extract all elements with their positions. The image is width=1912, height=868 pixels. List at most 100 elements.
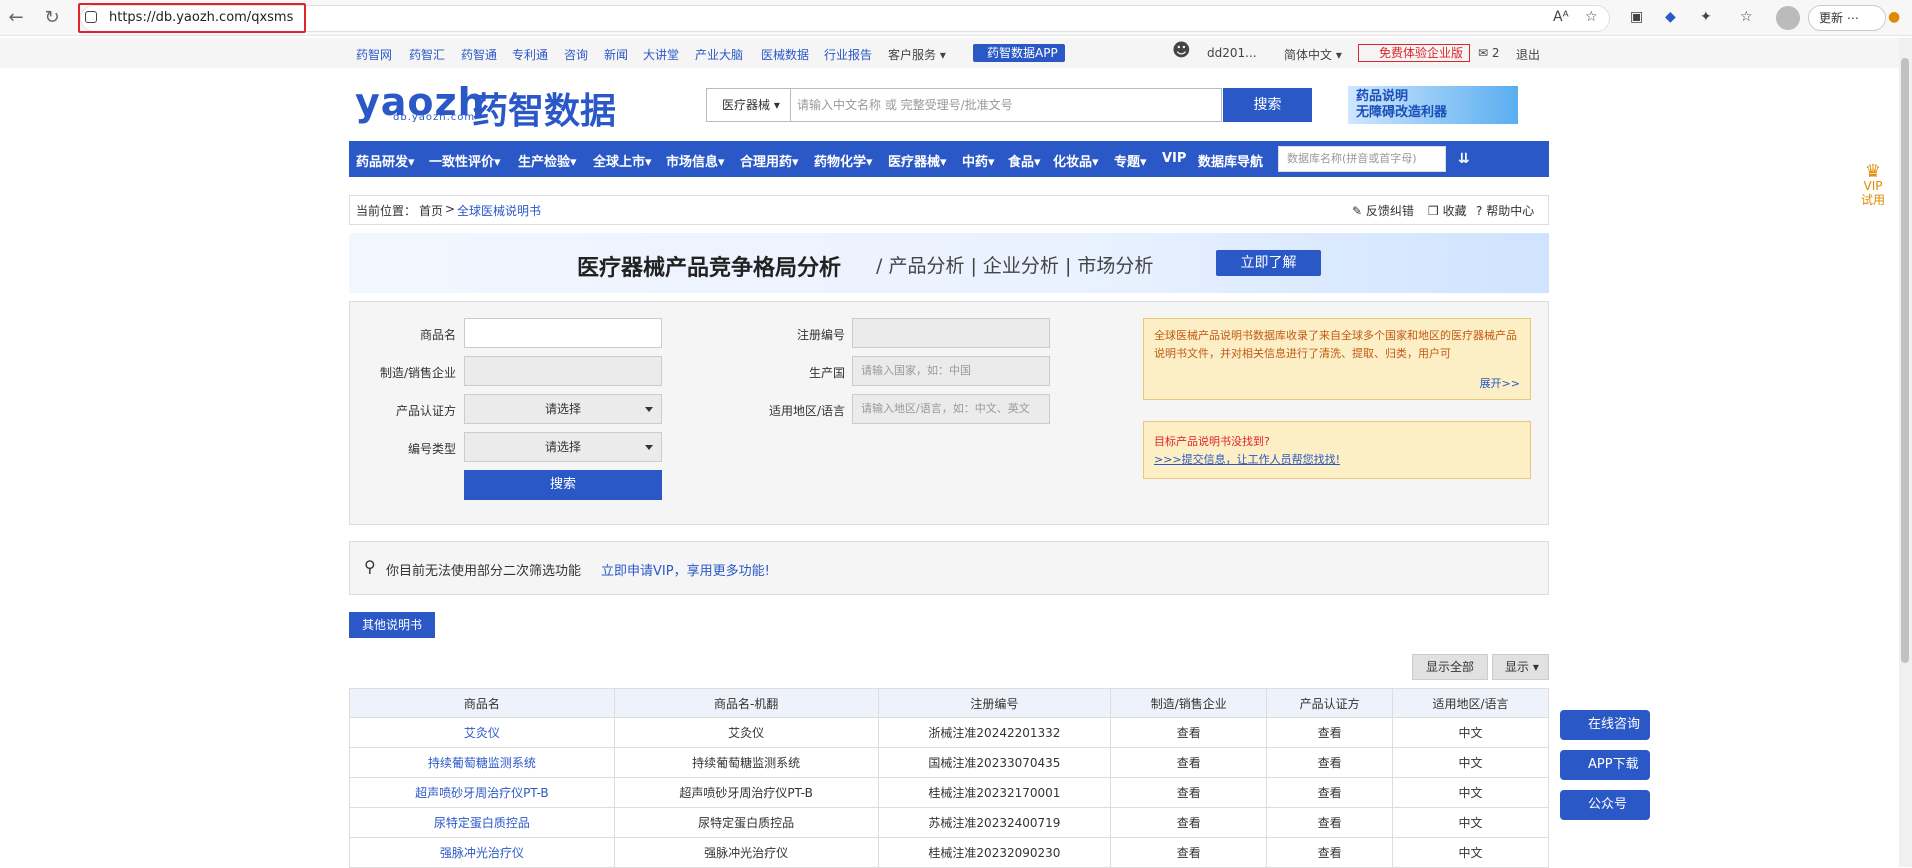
note-expand-link[interactable]: 展开>> — [1480, 375, 1520, 393]
update-button[interactable]: 更新 ⋯ — [1808, 5, 1886, 31]
cell-view-manufacturer[interactable]: 查看 — [1110, 807, 1268, 838]
nav-item[interactable]: 生产检验▾ — [518, 151, 577, 170]
scrollbar-thumb[interactable] — [1901, 58, 1909, 663]
banner-button[interactable]: 立即了解 — [1216, 250, 1321, 276]
cell-view-manufacturer[interactable]: 查看 — [1110, 717, 1268, 748]
region-input[interactable]: 请输入地区/语言，如：中文、英文 — [852, 394, 1050, 424]
nav-item[interactable]: 药品研发▾ — [356, 151, 415, 170]
topnav-link[interactable]: 大讲堂 — [643, 46, 679, 63]
cell-product-name[interactable]: 持续葡萄糖监测系统 — [349, 747, 615, 778]
promo-banner[interactable]: 药品说明 无障碍改造利器 — [1348, 86, 1518, 124]
search-category-select[interactable]: 医疗器械 ▾ — [706, 88, 791, 122]
nav-item[interactable]: 一致性评价▾ — [429, 151, 501, 170]
search-input[interactable]: 请输入中文名称 或 完整受理号/批准文号 — [791, 88, 1222, 122]
cell-view-manufacturer[interactable]: 查看 — [1110, 777, 1268, 808]
product-name-input[interactable] — [464, 318, 662, 348]
code-type-select[interactable]: 请选择 — [464, 432, 662, 462]
nav-item[interactable]: 市场信息▾ — [666, 151, 725, 170]
nav-item-db-nav[interactable]: 数据库导航 — [1198, 151, 1263, 170]
show-dropdown[interactable]: 显示 ▾ — [1492, 654, 1549, 680]
vip-apply-link[interactable]: 立即申请VIP，享用更多功能! — [601, 560, 770, 579]
reg-no-input[interactable] — [852, 318, 1050, 348]
favorite-star-icon[interactable]: ☆ — [1585, 9, 1598, 25]
nav-item[interactable]: 医疗器械▾ — [888, 151, 947, 170]
favorite-link[interactable]: ❒ 收藏 — [1428, 202, 1467, 219]
logout-link[interactable]: 退出 — [1516, 46, 1540, 63]
expand-down-icon[interactable]: ⇊ — [1458, 151, 1470, 167]
url-text[interactable]: https://db.yaozh.com/qxsms — [109, 10, 293, 25]
lock-icon[interactable] — [85, 11, 97, 23]
puzzle-icon[interactable]: ✦ — [1700, 9, 1712, 25]
favorite-icon: ❒ — [1428, 204, 1439, 218]
show-all-button[interactable]: 显示全部 — [1412, 654, 1488, 680]
topnav-link[interactable]: 行业报告 — [824, 46, 872, 63]
refresh-icon[interactable]: ↻ — [40, 6, 64, 30]
search-button[interactable]: 搜索 — [1223, 88, 1312, 122]
cell-view-cert[interactable]: 查看 — [1266, 837, 1394, 868]
nav-item[interactable]: 食品▾ — [1008, 151, 1041, 170]
language-selector[interactable]: 简体中文 ▾ — [1284, 46, 1342, 63]
mail-icon[interactable]: ✉ 2 — [1478, 46, 1500, 60]
cell-view-cert[interactable]: 查看 — [1266, 747, 1394, 778]
topnav-link[interactable]: 新闻 — [604, 46, 628, 63]
address-bar[interactable] — [80, 5, 1610, 32]
cell-view-cert[interactable]: 查看 — [1266, 777, 1394, 808]
extension-icon[interactable]: ▣ — [1630, 9, 1643, 25]
breadcrumb-home[interactable]: 首页 — [419, 202, 443, 219]
topnav-link[interactable]: 咨询 — [564, 46, 588, 63]
app-download-link[interactable]: 药智数据APP — [973, 44, 1065, 62]
breadcrumb-current[interactable]: 全球医械说明书 — [457, 202, 541, 219]
topnav-link[interactable]: 药智网 — [356, 46, 392, 63]
nav-item-vip[interactable]: VIP — [1162, 151, 1186, 166]
cell-product-name[interactable]: 强脉冲光治疗仪 — [349, 837, 615, 868]
back-icon[interactable]: ← — [4, 6, 28, 30]
cell-product-name[interactable]: 艾灸仪 — [349, 717, 615, 748]
cell-view-cert[interactable]: 查看 — [1266, 717, 1394, 748]
topnav-link[interactable]: 医械数据 — [761, 46, 809, 63]
form-search-button[interactable]: 搜索 — [464, 470, 662, 500]
copilot-icon[interactable]: ● — [1888, 9, 1900, 25]
manufacturer-input[interactable] — [464, 356, 662, 386]
cell-view-manufacturer[interactable]: 查看 — [1110, 837, 1268, 868]
favorite-label: 收藏 — [1442, 204, 1467, 218]
nav-item-label: 一致性评价 — [429, 155, 495, 170]
site-logo[interactable]: yaozh db.yaozh.com — [355, 80, 486, 124]
logo-cn[interactable]: 药智数据 — [472, 82, 616, 134]
profile-avatar[interactable] — [1776, 6, 1800, 30]
other-manuals-button[interactable]: 其他说明书 — [349, 612, 435, 638]
more-icon[interactable]: ⋯ — [1847, 11, 1859, 25]
nav-item[interactable]: 全球上市▾ — [593, 151, 652, 170]
nav-item[interactable]: 药物化学▾ — [814, 151, 873, 170]
user-avatar-icon: ☻ — [1172, 40, 1191, 61]
topnav-link[interactable]: 药智汇 — [409, 46, 445, 63]
nav-item[interactable]: 中药▾ — [962, 151, 995, 170]
username[interactable]: dd201... — [1207, 46, 1257, 60]
free-trial-button[interactable]: 免费体验企业版 — [1358, 44, 1470, 62]
cell-product-name[interactable]: 超声喷砂牙周治疗仪PT-B — [349, 777, 615, 808]
cell-view-manufacturer[interactable]: 查看 — [1110, 747, 1268, 778]
online-consult-button[interactable]: 在线咨询 — [1560, 710, 1650, 740]
country-input[interactable]: 请输入国家，如：中国 — [852, 356, 1050, 386]
wechat-button[interactable]: 公众号 — [1560, 790, 1650, 820]
topnav-link[interactable]: 产业大脑 — [695, 46, 743, 63]
feedback-link[interactable]: ✎ 反馈纠错 — [1352, 202, 1414, 219]
cert-select[interactable]: 请选择 — [464, 394, 662, 424]
app-download-button[interactable]: APP下载 — [1560, 750, 1650, 780]
topnav-link[interactable]: 专利通 — [512, 46, 548, 63]
topnav-link[interactable]: 药智通 — [461, 46, 497, 63]
extension-shield-icon[interactable]: ◆ — [1665, 9, 1676, 25]
nav-item[interactable]: 化妆品▾ — [1053, 151, 1099, 170]
nav-item[interactable]: 合理用药▾ — [740, 151, 799, 170]
table-row: 尿特定蛋白质控品 尿特定蛋白质控品 苏械注准20232400719 查看 查看 … — [349, 807, 1549, 838]
cell-view-cert[interactable]: 查看 — [1266, 807, 1394, 838]
nav-item[interactable]: 专题▾ — [1114, 151, 1147, 170]
vip-trial-side[interactable]: ♛ VIP 试用 — [1858, 163, 1888, 208]
cell-product-name[interactable]: 尿特定蛋白质控品 — [349, 807, 615, 838]
read-aloud-icon[interactable]: Aᴬ — [1553, 9, 1569, 25]
missing-submit-link[interactable]: >>>提交信息，让工作人员帮您找找! — [1154, 451, 1520, 469]
favorites-list-icon[interactable]: ☆ — [1740, 9, 1753, 25]
customer-service-menu[interactable]: 客户服务 ▾ — [888, 46, 946, 63]
db-search-input[interactable]: 数据库名称(拼音或首字母) — [1278, 146, 1446, 172]
help-link[interactable]: ? 帮助中心 — [1476, 202, 1534, 219]
nav-item-label: 化妆品 — [1053, 155, 1093, 170]
